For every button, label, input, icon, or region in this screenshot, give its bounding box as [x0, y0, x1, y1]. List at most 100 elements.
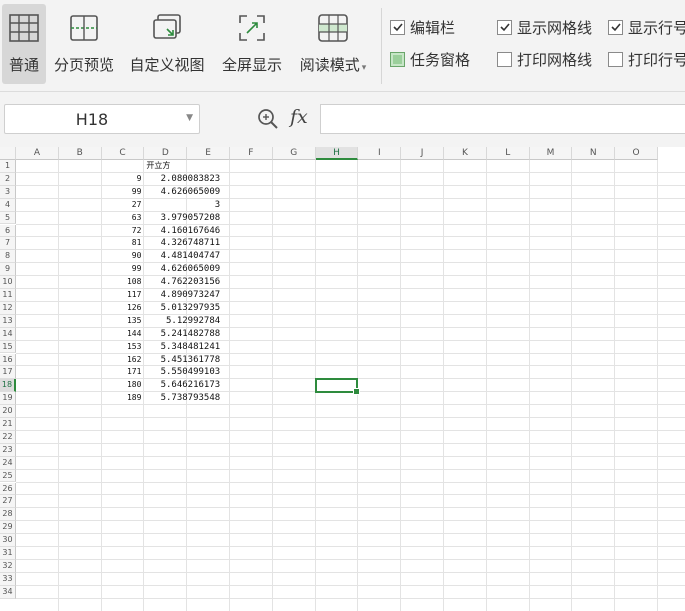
row-header-6[interactable]: 6 — [0, 224, 16, 238]
row-header-5[interactable]: 5 — [0, 211, 16, 225]
print-gridlines-toggle[interactable]: 打印网格线 — [497, 48, 592, 70]
cell-c5[interactable]: 63 — [102, 212, 142, 224]
row-header-15[interactable]: 15 — [0, 340, 16, 354]
column-header-f[interactable]: F — [230, 147, 273, 160]
cell-c7[interactable]: 81 — [102, 237, 142, 249]
cell-c6[interactable]: 72 — [102, 225, 142, 237]
cell-d17[interactable]: 5.550499103 — [144, 366, 221, 378]
row-header-16[interactable]: 16 — [0, 353, 16, 367]
cell-d1[interactable]: 开立方 — [146, 160, 170, 172]
cell-d18[interactable]: 5.646216173 — [144, 379, 221, 391]
cell-c11[interactable]: 117 — [102, 289, 141, 301]
row-header-1[interactable]: 1 — [0, 160, 16, 173]
spreadsheet-grid[interactable]: A B C D E F G H I J K L M N O 1 2 3 4 5 6 7 8 9 10 11 12 13 14 15 16 17… — [0, 147, 685, 611]
cell-c3[interactable]: 99 — [102, 186, 142, 198]
column-header-m[interactable]: M — [529, 147, 573, 160]
select-all-corner[interactable] — [0, 147, 16, 160]
column-header-a[interactable]: A — [16, 147, 59, 160]
cell-d7[interactable]: 4.326748711 — [144, 237, 221, 249]
cell-d12[interactable]: 5.013297935 — [144, 302, 221, 314]
column-header-o[interactable]: O — [615, 147, 658, 160]
row-header-34[interactable]: 34 — [0, 585, 16, 599]
row-header-7[interactable]: 7 — [0, 237, 16, 251]
row-header-29[interactable]: 29 — [0, 521, 16, 535]
show-gridlines-toggle[interactable]: 显示网格线 — [497, 16, 592, 38]
cell-d5[interactable]: 3.979057208 — [144, 212, 221, 224]
column-header-d[interactable]: D — [144, 147, 188, 160]
row-header-2[interactable]: 2 — [0, 172, 16, 186]
cell-d13[interactable]: 5.12992784 — [144, 315, 220, 327]
column-header-g[interactable]: G — [272, 147, 316, 160]
selected-cell-h18[interactable] — [314, 378, 361, 396]
column-header-j[interactable]: J — [401, 147, 444, 160]
row-header-23[interactable]: 23 — [0, 443, 16, 457]
cell-d11[interactable]: 4.890973247 — [144, 289, 221, 301]
column-header-n[interactable]: N — [572, 147, 616, 160]
reading-mode-button[interactable]: 阅读模式 ▾ — [295, 4, 371, 84]
column-header-k[interactable]: K — [444, 147, 487, 160]
row-header-26[interactable]: 26 — [0, 482, 16, 496]
cell-c14[interactable]: 144 — [102, 328, 141, 340]
cell-c13[interactable]: 135 — [102, 315, 141, 327]
cell-d8[interactable]: 4.481404747 — [144, 250, 221, 262]
column-header-h[interactable]: H — [315, 147, 359, 160]
column-header-b[interactable]: B — [58, 147, 102, 160]
row-header-10[interactable]: 10 — [0, 276, 16, 289]
cell-d19[interactable]: 5.738793548 — [144, 392, 221, 404]
row-header-20[interactable]: 20 — [0, 405, 16, 418]
cell-d9[interactable]: 4.626065009 — [144, 263, 221, 275]
cell-d3[interactable]: 4.626065009 — [144, 186, 221, 198]
cell-c12[interactable]: 126 — [102, 302, 141, 314]
insert-function-button[interactable]: fx — [290, 106, 308, 128]
column-header-e[interactable]: E — [187, 147, 230, 160]
row-header-19[interactable]: 19 — [0, 392, 16, 406]
cell-c19[interactable]: 189 — [102, 392, 141, 404]
row-header-25[interactable]: 25 — [0, 469, 16, 483]
row-header-9[interactable]: 9 — [0, 263, 16, 277]
cell-c10[interactable]: 108 — [102, 276, 141, 288]
row-header-33[interactable]: 33 — [0, 572, 16, 586]
row-header-11[interactable]: 11 — [0, 289, 16, 302]
print-row-numbers-toggle[interactable]: 打印行号 — [608, 48, 685, 70]
row-header-22[interactable]: 22 — [0, 430, 16, 444]
cell-d10[interactable]: 4.762203156 — [144, 276, 221, 288]
row-header-21[interactable]: 21 — [0, 418, 16, 431]
row-header-8[interactable]: 8 — [0, 250, 16, 264]
formula-bar-toggle[interactable]: 编辑栏 — [390, 16, 455, 38]
zoom-search-icon[interactable] — [257, 108, 279, 134]
row-header-3[interactable]: 3 — [0, 185, 16, 199]
row-header-32[interactable]: 32 — [0, 559, 16, 573]
cell-c16[interactable]: 162 — [102, 354, 141, 366]
name-box[interactable]: H18 ▼ — [4, 104, 200, 134]
row-header-28[interactable]: 28 — [0, 508, 16, 522]
cell-c4[interactable]: 27 — [102, 199, 142, 211]
row-header-17[interactable]: 17 — [0, 366, 16, 380]
cell-c8[interactable]: 90 — [102, 250, 142, 262]
cell-c17[interactable]: 171 — [102, 366, 141, 378]
row-header-24[interactable]: 24 — [0, 456, 16, 470]
row-header-14[interactable]: 14 — [0, 327, 16, 341]
row-header-4[interactable]: 4 — [0, 198, 16, 212]
task-pane-toggle[interactable]: 任务窗格 — [390, 48, 470, 70]
row-header-31[interactable]: 31 — [0, 547, 16, 560]
cell-d15[interactable]: 5.348481241 — [144, 341, 221, 353]
column-header-i[interactable]: I — [358, 147, 402, 160]
show-row-numbers-toggle[interactable]: 显示行号 — [608, 16, 685, 38]
cell-d6[interactable]: 4.160167646 — [144, 225, 221, 237]
row-header-12[interactable]: 12 — [0, 301, 16, 315]
cell-c15[interactable]: 153 — [102, 341, 141, 353]
cell-d2[interactable]: 2.080083823 — [144, 173, 221, 185]
cell-c2[interactable]: 9 — [102, 173, 142, 185]
chevron-down-icon[interactable]: ▼ — [186, 113, 193, 123]
column-header-c[interactable]: C — [101, 147, 145, 160]
fullscreen-button[interactable]: 全屏显示 — [219, 4, 285, 84]
formula-input[interactable] — [320, 104, 685, 134]
cell-d4[interactable]: 3 — [144, 199, 220, 211]
cell-c9[interactable]: 99 — [102, 263, 142, 275]
custom-view-button[interactable]: 自定义视图 — [127, 4, 207, 84]
row-header-27[interactable]: 27 — [0, 495, 16, 509]
row-header-18[interactable]: 18 — [0, 379, 16, 393]
column-header-l[interactable]: L — [486, 147, 530, 160]
normal-view-button[interactable]: 普通 — [2, 4, 46, 84]
page-break-preview-button[interactable]: 分页预览 — [52, 4, 116, 84]
